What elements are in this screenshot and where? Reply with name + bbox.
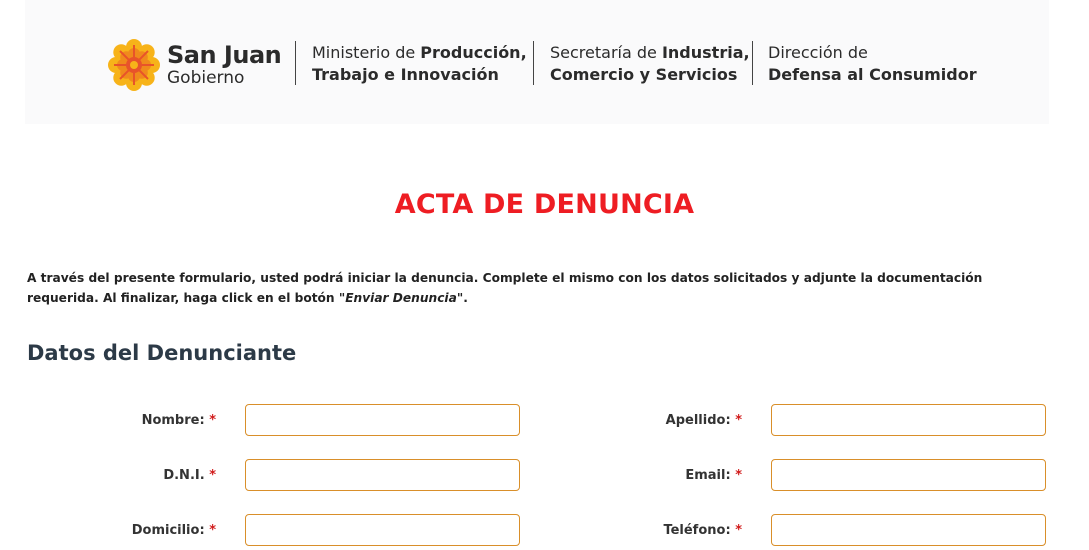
intro-paragraph: A través del presente formulario, usted … [27, 268, 1057, 308]
email-label: Email: * [552, 467, 742, 485]
header-divider [752, 41, 753, 85]
email-label-text: Email: [685, 468, 731, 483]
org-ministerio: Ministerio de Producción, Trabajo e Inno… [312, 42, 527, 86]
brand-logo-group: San Juan Gobierno [107, 37, 282, 93]
page-title: ACTA DE DENUNCIA [394, 189, 695, 220]
header-divider [295, 41, 296, 85]
domicilio-label: Domicilio: * [26, 522, 216, 540]
org-ministerio-line2: Trabajo e Innovación [312, 65, 499, 84]
org-secretaria: Secretaría de Industria, Comercio y Serv… [550, 42, 750, 86]
dni-label-text: D.N.I. [163, 468, 205, 483]
required-asterisk: * [209, 468, 216, 483]
telefono-label: Teléfono: * [552, 522, 742, 540]
intro-end: . [463, 291, 468, 305]
telefono-label-text: Teléfono: [663, 523, 731, 538]
nombre-input[interactable] [245, 404, 520, 436]
brand-subtitle: Gobierno [167, 68, 245, 88]
org-direccion-line1: Dirección de [768, 43, 868, 62]
dni-input[interactable] [245, 459, 520, 491]
intro-text: A través del presente formulario, usted … [27, 271, 983, 305]
org-ministerio-line1a: Ministerio de [312, 43, 421, 62]
domicilio-label-text: Domicilio: [131, 523, 205, 538]
intro-button-reference: "Enviar Denuncia" [338, 291, 464, 305]
required-asterisk: * [209, 523, 216, 538]
apellido-input[interactable] [771, 404, 1046, 436]
domicilio-input[interactable] [245, 514, 520, 546]
org-secretaria-line1b: Industria, [661, 43, 750, 62]
dni-label: D.N.I. * [26, 467, 216, 485]
brand-title: San Juan [167, 41, 282, 69]
san-juan-flower-logo-icon [108, 39, 160, 91]
telefono-input[interactable] [771, 514, 1046, 546]
required-asterisk: * [209, 413, 216, 428]
org-secretaria-line1a: Secretaría de [550, 43, 662, 62]
email-input[interactable] [771, 459, 1046, 491]
required-asterisk: * [735, 468, 742, 483]
section-title: Datos del Denunciante [27, 341, 297, 365]
org-secretaria-line2: Comercio y Servicios [550, 65, 738, 84]
nombre-label-text: Nombre: [141, 413, 205, 428]
org-direccion-line2: Defensa al Consumidor [768, 65, 977, 84]
org-direccion: Dirección de Defensa al Consumidor [768, 42, 977, 86]
required-asterisk: * [735, 523, 742, 538]
apellido-label: Apellido: * [552, 412, 742, 430]
apellido-label-text: Apellido: [665, 413, 731, 428]
org-ministerio-line1b: Producción, [420, 43, 527, 62]
nombre-label: Nombre: * [26, 412, 216, 430]
header-divider [533, 41, 534, 85]
required-asterisk: * [735, 413, 742, 428]
